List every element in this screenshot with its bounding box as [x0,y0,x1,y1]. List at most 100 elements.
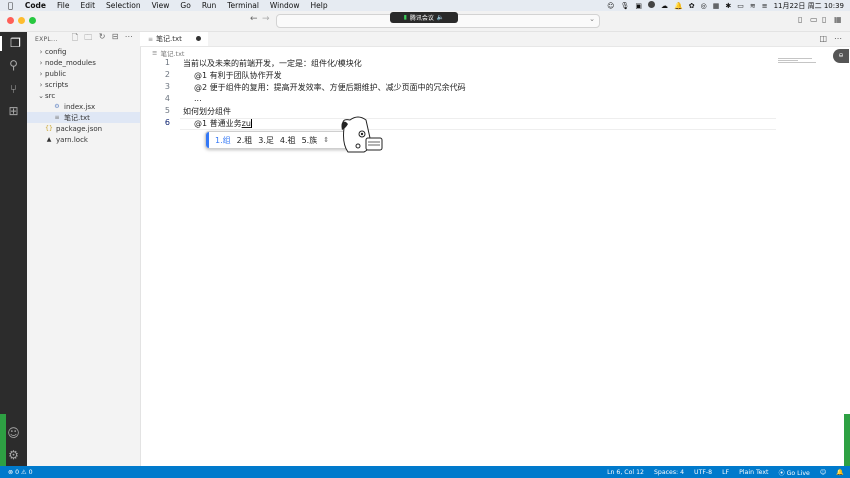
gear-icon[interactable]: ⚙ [6,448,21,463]
breadcrumb[interactable]: ≡ 笔记.txt [140,47,184,58]
split-editor-icon[interactable]: ◫ [819,34,827,43]
feedback-icon[interactable]: ☺ [820,469,826,476]
cloud-icon[interactable]: ☁ [661,2,668,10]
menu-edit[interactable]: Edit [81,1,96,10]
emoji-icon[interactable]: ☺ [607,2,614,10]
chevron-icon: › [39,80,43,89]
new-file-icon[interactable]: 🗋 [72,32,79,46]
calendar-icon[interactable]: ▦ [713,2,720,10]
indentation[interactable]: Spaces: 4 [654,469,684,476]
encoding[interactable]: UTF-8 [694,469,712,476]
activity-bar: ❐ ⚲ ⑂ ⊞ ☺ ⚙ [0,32,27,466]
overlay-strip-right [844,414,850,466]
tree-file[interactable]: ⚙ index.jsx [27,101,140,112]
battery-icon[interactable]: ▭ [737,2,744,10]
zoom-window-button[interactable] [29,17,36,24]
tree-folder[interactable]: › scripts [27,79,140,90]
breadcrumb-file[interactable]: 笔记.txt [160,48,184,58]
minimap[interactable] [778,58,818,64]
customize-layout-icon[interactable]: ▦ [834,15,842,24]
refresh-icon[interactable]: ↻ [99,32,106,46]
tab-notes-txt[interactable]: ≡ 笔记.txt [140,32,208,46]
ime-expand-icon[interactable]: ⇕ [323,136,329,144]
notifications-bell-icon[interactable]: 🔔 [836,468,844,476]
problems-indicator[interactable]: ⊗ 0 ⚠ 0 [8,469,33,476]
flower-icon[interactable]: ✿ [689,2,695,10]
menu-selection[interactable]: Selection [106,1,141,10]
tab-label: 笔记.txt [156,35,182,43]
toggle-secondary-sidebar-icon[interactable]: ▯ [822,15,826,24]
text-file-icon: ≡ [148,35,154,43]
ime-candidate[interactable]: 2.租 [237,135,253,146]
toggle-panel-icon[interactable]: ▭ [810,15,818,24]
menu-view[interactable]: View [152,1,170,10]
menu-app-name[interactable]: Code [25,1,46,10]
close-window-button[interactable] [7,17,14,24]
editor-actions: ◫ ⋯ [819,34,842,43]
meeting-label: 腾讯会议 [409,15,434,22]
extensions-icon[interactable]: ⊞ [6,104,21,119]
tree-file[interactable]: ≡ 笔记.txt [27,112,140,123]
ime-candidate[interactable]: 5.族 [302,135,318,146]
line-number: 5 [164,106,170,115]
menu-file[interactable]: File [57,1,70,10]
more-actions-icon[interactable]: ⋯ [834,34,842,43]
toggle-sidebar-icon[interactable]: ▯ [798,15,802,24]
ime-candidate[interactable]: 4.祖 [280,135,296,146]
microphone-icon[interactable]: 🎙 [620,2,629,10]
ime-candidate[interactable]: 1.组 [215,135,231,146]
nav-forward-icon[interactable]: → [262,14,270,24]
menu-run[interactable]: Run [202,1,216,10]
explorer-title: EXPL... [35,35,58,43]
tree-file[interactable]: {} package.json [27,123,140,134]
line-content: @1 有利于团队协作开发 [194,71,282,80]
menu-help[interactable]: Help [311,1,328,10]
tree-folder[interactable]: › node_modules [27,57,140,68]
bell-icon[interactable]: 🔔 [674,2,683,10]
tree-item-label: 笔记.txt [64,113,90,122]
tree-folder[interactable]: › public [27,68,140,79]
chevron-down-icon[interactable]: ⌄ [589,15,595,23]
explorer-icon[interactable]: ❐ [0,36,29,51]
menu-window[interactable]: Window [270,1,300,10]
speaker-icon: 🔈 [436,14,445,21]
cursor-position[interactable]: Ln 6, Col 12 [607,469,644,476]
dot-icon[interactable] [647,1,655,10]
go-live-button[interactable]: ⦿ Go Live [778,468,809,477]
nav-back-icon[interactable]: ← [250,14,258,24]
menu-go[interactable]: Go [180,1,190,10]
code-line: 3 @2 便于组件的复用：提高开发效率、方便后期维护、减少页面中的冗余代码 [140,82,780,94]
wifi-icon[interactable]: ≋ [750,2,756,10]
tree-folder[interactable]: › config [27,46,140,57]
end-of-line[interactable]: LF [722,469,729,476]
line-content: 当前以及未来的前端开发，一定是：组件化/模块化 [183,59,362,68]
collapse-all-icon[interactable]: ⊟ [112,32,119,46]
mascot-dog-icon [341,116,383,153]
bluetooth-icon[interactable]: ✱ [725,2,731,10]
screen-icon[interactable]: ▣ [635,2,642,10]
account-icon[interactable]: ☺ [6,426,21,441]
meeting-indicator[interactable]: ▮ 腾讯会议 🔈 [390,12,458,23]
more-actions-icon[interactable]: ⋯ [125,32,133,46]
source-control-icon[interactable]: ⑂ [6,82,21,97]
file-type-icon: ▲ [46,136,52,143]
code-line-text: ... [194,94,202,103]
control-center-icon[interactable]: ≡ [762,2,768,10]
tree-item-label: index.jsx [64,102,96,111]
menu-terminal[interactable]: Terminal [227,1,259,10]
new-folder-icon[interactable]: 🗀 [84,32,92,46]
language-mode[interactable]: Plain Text [739,469,768,476]
apple-icon[interactable]:  [8,1,13,10]
tree-folder[interactable]: ⌄ src [27,90,140,101]
chevron-icon: ⌄ [38,91,44,100]
clock[interactable]: 11月22日 周二 10:39 [774,1,844,11]
wechat-icon[interactable]: ◎ [701,2,707,10]
minimap-slider-icon[interactable]: ⊖ [833,49,849,63]
unsaved-dot-icon[interactable] [196,36,201,41]
explorer-header: EXPL... 🗋 🗀 ↻ ⊟ ⋯ [27,32,140,46]
ime-candidate[interactable]: 3.足 [258,135,274,146]
tree-file[interactable]: ▲ yarn.lock [27,134,140,145]
tree-item-label: src [45,91,56,100]
search-icon[interactable]: ⚲ [6,58,21,73]
minimize-window-button[interactable] [18,17,25,24]
